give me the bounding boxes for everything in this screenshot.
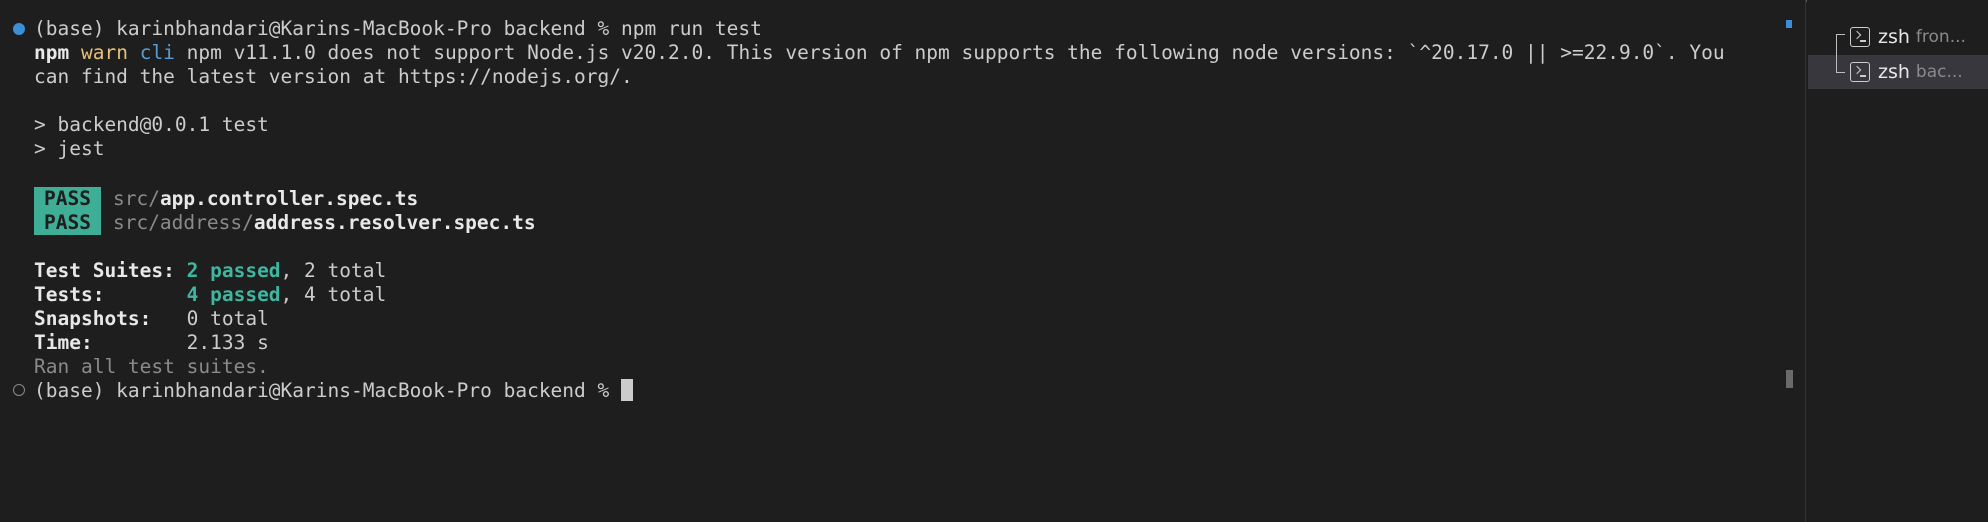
command-text: npm run test	[621, 17, 762, 40]
terminal-name: zsh	[1878, 61, 1910, 83]
ran-all-line: Ran all test suites.	[34, 355, 269, 378]
prompt-text: (base) karinbhandari@Karins-MacBook-Pro …	[34, 17, 621, 40]
scroll-thumb[interactable]	[1786, 370, 1793, 388]
pass-badge: PASS	[34, 211, 101, 235]
npm-warning-line-2: can find the latest version at https://n…	[34, 65, 633, 88]
terminal-list-item-frontend[interactable]: zsh fron...	[1808, 20, 1988, 55]
test-file-dir: src/address/	[112, 211, 254, 234]
test-file-dir: src/	[112, 187, 160, 210]
prompt-text: (base) karinbhandari@Karins-MacBook-Pro …	[34, 379, 621, 402]
terminal-description: bac...	[1915, 62, 1963, 82]
test-file-name: address.resolver.spec.ts	[253, 211, 536, 234]
summary-label: Snapshots:	[34, 307, 187, 330]
terminal-list-item-backend[interactable]: zsh bac...	[1808, 55, 1988, 89]
summary-passed: 4 passed	[186, 283, 281, 306]
summary-total: , 2 total	[280, 259, 387, 282]
script-line-1: > backend@0.0.1 test	[34, 113, 269, 136]
summary-label: Test Suites:	[34, 259, 187, 282]
terminal-description: fron...	[1915, 27, 1966, 47]
warn-label: warn	[80, 41, 128, 64]
scroll-marker	[1786, 20, 1792, 28]
command-pending-decoration-icon[interactable]	[13, 384, 25, 396]
summary-test-suites: Test Suites: 2 passed, 2 total	[34, 259, 386, 283]
cursor-icon	[621, 379, 633, 401]
cli-label: cli	[139, 41, 175, 64]
tree-connector-icon	[1834, 20, 1850, 55]
tree-connector-icon	[1834, 55, 1850, 89]
terminal-icon	[1850, 62, 1870, 82]
test-result-row: PASS src/address/address.resolver.spec.ts	[34, 211, 536, 235]
summary-snapshots: Snapshots: 0 total	[34, 307, 269, 331]
summary-value: 0 total	[186, 307, 269, 330]
npm-warning-line-1: npm warn cli npm v11.1.0 does not suppor…	[34, 41, 1725, 65]
terminal-list-panel: zsh fron... zsh bac...	[1807, 0, 1988, 522]
script-line-2: > jest	[34, 137, 105, 160]
terminal-name: zsh	[1878, 26, 1910, 48]
test-result-row: PASS src/app.controller.spec.ts	[34, 187, 418, 211]
final-prompt-line: (base) karinbhandari@Karins-MacBook-Pro …	[34, 379, 633, 403]
summary-total: , 4 total	[280, 283, 387, 306]
summary-label: Time:	[34, 331, 187, 354]
npm-label: npm	[34, 41, 70, 64]
test-file-name: app.controller.spec.ts	[159, 187, 419, 210]
terminal-scrollbar[interactable]	[1786, 0, 1806, 522]
summary-label: Tests:	[34, 283, 187, 306]
summary-passed: 2 passed	[186, 259, 281, 282]
terminal-output[interactable]: (base) karinbhandari@Karins-MacBook-Pro …	[0, 0, 1786, 522]
command-line: (base) karinbhandari@Karins-MacBook-Pro …	[34, 17, 762, 41]
terminal-icon	[1850, 27, 1870, 47]
summary-time: Time: 2.133 s	[34, 331, 269, 355]
pass-badge: PASS	[34, 187, 101, 211]
command-success-decoration-icon[interactable]	[13, 23, 25, 35]
summary-value: 2.133 s	[186, 331, 269, 354]
warning-message: npm v11.1.0 does not support Node.js v20…	[174, 41, 1725, 64]
summary-tests: Tests: 4 passed, 4 total	[34, 283, 386, 307]
